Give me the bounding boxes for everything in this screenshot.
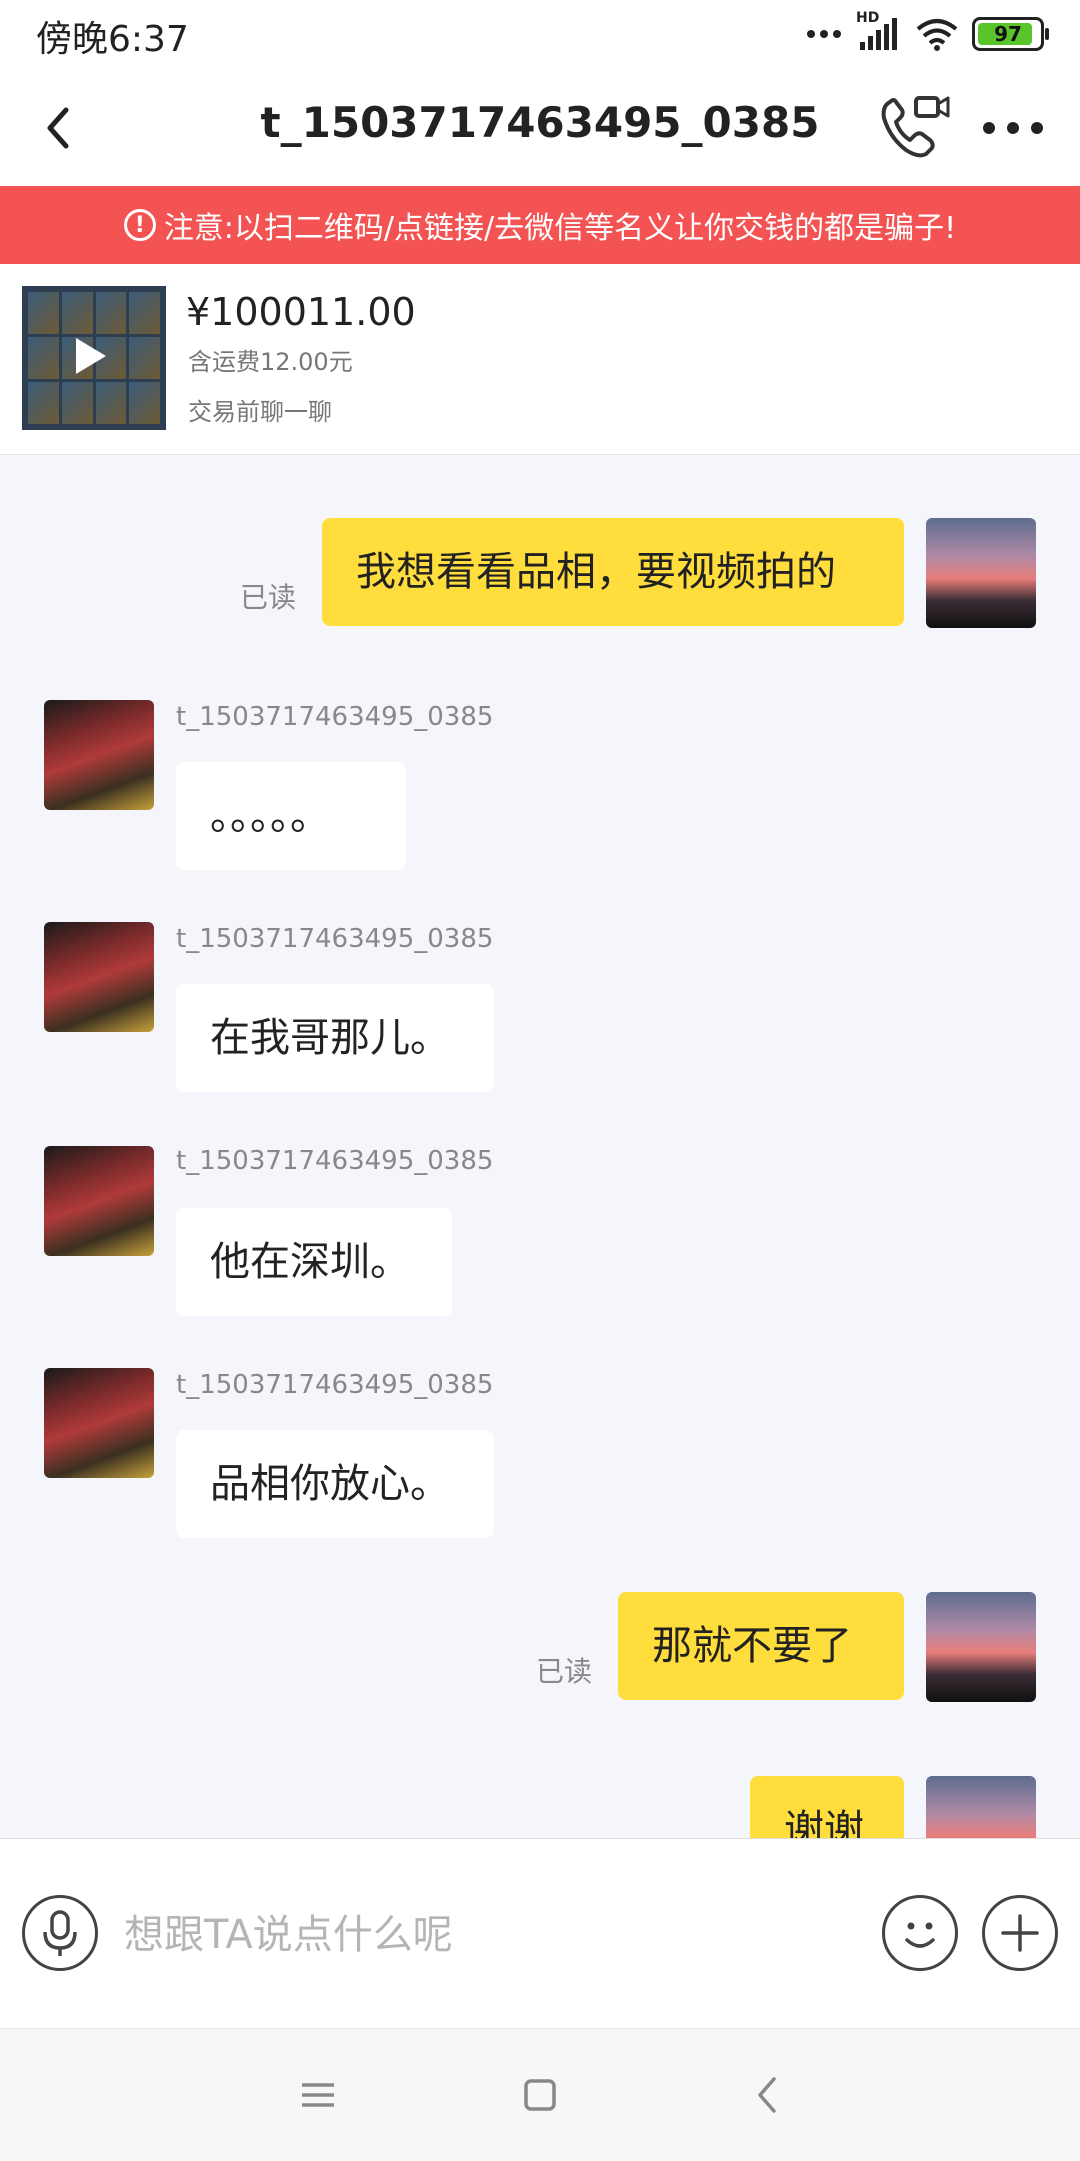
warning-text: 注意:以扫二维码/点链接/去微信等名义让你交钱的都是骗子! (163, 211, 957, 246)
seller-avatar[interactable] (44, 1368, 154, 1478)
my-message-bubble[interactable]: 那就不要了 (618, 1592, 904, 1700)
sender-name: t_1503717463495_0385 (176, 1370, 494, 1400)
home-icon[interactable] (510, 2065, 570, 2125)
my-avatar[interactable] (926, 1592, 1036, 1702)
their-message-bubble[interactable]: 品相你放心。 (176, 1430, 494, 1538)
message-input[interactable] (122, 1899, 846, 1971)
read-status: 已读 (536, 1655, 593, 1688)
more-dots-icon[interactable] (978, 100, 1048, 156)
signal-icon: HD (856, 10, 902, 52)
plus-icon[interactable] (982, 1895, 1058, 1971)
their-message-bubble[interactable]: 他在深圳。 (176, 1208, 452, 1316)
my-message-bubble[interactable]: 我想看看品相，要视频拍的 (322, 518, 904, 626)
status-bar: 傍晚6:37 HD 97 (0, 0, 1080, 70)
wifi-icon (916, 19, 958, 51)
warning-icon: ! (123, 209, 156, 241)
phone-video-icon[interactable] (876, 92, 952, 164)
chat-messages[interactable]: 已读 我想看看品相，要视频拍的 t_1503717463495_0385 。。。… (0, 454, 1080, 1838)
chat-hint: 交易前聊一聊 (188, 398, 332, 426)
play-icon (76, 338, 106, 374)
chat-header: t_1503717463495_0385 (0, 70, 1080, 186)
shipping-fee: 含运费12.00元 (188, 348, 353, 376)
their-message-bubble[interactable]: 。。。。。 (176, 762, 406, 870)
fraud-warning-banner: ! 注意:以扫二维码/点链接/去微信等名义让你交钱的都是骗子! (0, 186, 1080, 264)
read-status: 已读 (240, 581, 297, 614)
sender-name: t_1503717463495_0385 (176, 702, 494, 732)
more-status-icon (807, 30, 841, 38)
seller-avatar[interactable] (44, 700, 154, 810)
sender-name: t_1503717463495_0385 (176, 924, 494, 954)
my-avatar[interactable] (926, 518, 1036, 628)
my-avatar[interactable] (926, 1776, 1036, 1838)
their-message-bubble[interactable]: 在我哥那儿。 (176, 984, 494, 1092)
product-price: ¥100011.00 (186, 290, 416, 334)
system-nav-bar (0, 2028, 1080, 2161)
battery-icon: 97 (972, 17, 1049, 51)
product-thumbnail[interactable] (22, 286, 166, 430)
microphone-icon[interactable] (22, 1895, 98, 1971)
menu-icon[interactable] (288, 2065, 348, 2125)
emoji-icon[interactable] (882, 1895, 958, 1971)
status-time: 傍晚6:37 (36, 19, 189, 60)
battery-level: 97 (994, 22, 1022, 46)
my-message-bubble[interactable]: 谢谢 (750, 1776, 904, 1838)
product-card[interactable]: ¥100011.00 含运费12.00元 交易前聊一聊 (0, 264, 1080, 455)
seller-avatar[interactable] (44, 922, 154, 1032)
status-icons: HD 97 (806, 10, 1049, 56)
message-input-bar (0, 1838, 1080, 2029)
back-nav-icon[interactable] (738, 2065, 798, 2125)
sender-name: t_1503717463495_0385 (176, 1146, 494, 1176)
seller-avatar[interactable] (44, 1146, 154, 1256)
